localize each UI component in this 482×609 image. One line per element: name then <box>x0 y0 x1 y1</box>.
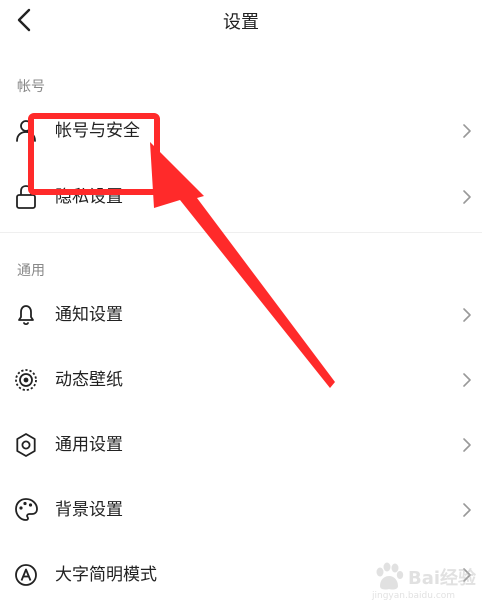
chevron-right-icon <box>463 190 471 204</box>
chevron-right-icon <box>463 308 471 322</box>
section-title-account: 帐号 <box>17 79 45 95</box>
chevron-right-icon <box>463 503 471 517</box>
font-size-icon <box>15 564 37 586</box>
watermark-url: jingyan.baidu.com <box>372 591 456 601</box>
settings-item-live-wallpaper[interactable]: 动态壁纸 <box>0 357 482 403</box>
settings-item-label: 通知设置 <box>55 305 123 325</box>
page-title: 设置 <box>223 12 259 33</box>
settings-item-privacy[interactable]: 隐私设置 <box>0 174 482 220</box>
baidu-jingyan-watermark: Bai经验 jingyan.baidu.com <box>372 562 480 606</box>
settings-item-notifications[interactable]: 通知设置 <box>0 292 482 338</box>
watermark-text: Bai经验 <box>408 568 477 589</box>
settings-item-label: 通用设置 <box>55 435 123 455</box>
section-divider <box>0 232 482 233</box>
settings-item-background[interactable]: 背景设置 <box>0 487 482 533</box>
settings-item-label: 帐号与安全 <box>55 121 140 141</box>
settings-item-label: 动态壁纸 <box>55 370 123 390</box>
palette-icon <box>15 498 38 521</box>
paw-logo-icon <box>376 562 404 590</box>
settings-item-label: 大字简明模式 <box>55 565 157 585</box>
lock-icon <box>16 185 36 209</box>
wallpaper-icon <box>15 369 37 391</box>
chevron-right-icon <box>463 124 471 138</box>
settings-item-label: 隐私设置 <box>55 187 123 207</box>
chevron-right-icon <box>463 438 471 452</box>
gear-icon <box>16 433 36 457</box>
section-title-general: 通用 <box>17 263 45 279</box>
settings-item-general[interactable]: 通用设置 <box>0 422 482 468</box>
nav-bar: 设置 <box>0 0 482 42</box>
user-icon <box>16 120 36 142</box>
settings-item-label: 背景设置 <box>55 500 123 520</box>
bell-icon <box>18 305 34 326</box>
settings-item-account-security[interactable]: 帐号与安全 <box>0 108 482 154</box>
chevron-right-icon <box>463 373 471 387</box>
